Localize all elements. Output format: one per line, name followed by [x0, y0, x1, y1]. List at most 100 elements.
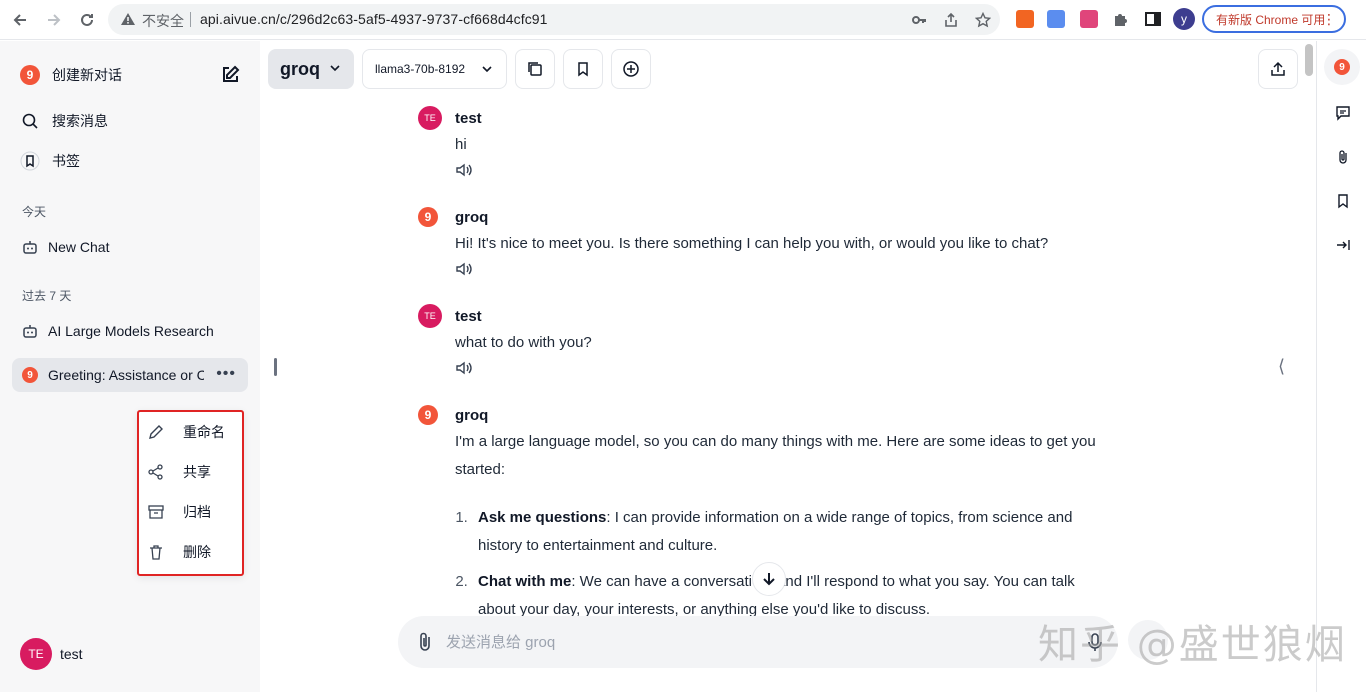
- search-label: 搜索消息: [52, 113, 108, 129]
- url-text[interactable]: api.aivue.cn/c/296d2c63-5af5-4937-9737-c…: [200, 11, 548, 27]
- chat-item-ai-research[interactable]: AI Large Models Research: [12, 314, 248, 348]
- message-text: hi: [455, 136, 467, 153]
- extension-image-icon[interactable]: [1047, 10, 1065, 28]
- bookmark-icon: [20, 151, 40, 171]
- assistant-avatar-button[interactable]: 9: [1324, 49, 1360, 85]
- bookmarks-label: 书签: [52, 153, 80, 169]
- star-icon[interactable]: [974, 11, 992, 29]
- collapse-panel-icon[interactable]: [1333, 235, 1353, 255]
- speaker-icon[interactable]: [455, 161, 475, 179]
- chat-item-label: New Chat: [48, 239, 110, 255]
- chrome-update-label: 有新版 Chrome 可用: [1216, 12, 1326, 27]
- chat-item-label: AI Large Models Research: [48, 323, 214, 339]
- chat-context-menu: 重命名 共享 归档 删除: [137, 410, 244, 576]
- upload-icon: [1271, 61, 1285, 76]
- bookmark-icon: [578, 62, 588, 77]
- more-options-icon[interactable]: •••: [216, 365, 236, 383]
- scroll-to-bottom-button[interactable]: [752, 562, 786, 596]
- extensions-puzzle-icon[interactable]: [1112, 10, 1130, 28]
- trash-icon: [147, 543, 165, 561]
- groq-logo-icon: 9: [1334, 59, 1350, 75]
- chat-item-label: Greeting: Assistance or Chat?: [48, 367, 204, 383]
- user-avatar: TE: [418, 106, 442, 130]
- message-composer: [398, 616, 1118, 668]
- menu-item-archive[interactable]: 归档: [147, 498, 237, 526]
- new-chat-button[interactable]: 9 创建新对话: [20, 65, 122, 85]
- menu-item-delete[interactable]: 删除: [147, 538, 237, 566]
- attachment-icon[interactable]: [1333, 147, 1353, 167]
- scrollbar-thumb[interactable]: [1305, 44, 1313, 76]
- copy-icon: [528, 62, 542, 76]
- new-chat-label: 创建新对话: [52, 67, 122, 83]
- message-sender: groq: [455, 208, 489, 226]
- list-item-title: Ask me questions: [478, 509, 607, 526]
- groq-logo-icon: 9: [418, 405, 438, 425]
- prompts-icon[interactable]: [1333, 103, 1353, 123]
- menu-item-label: 归档: [183, 504, 211, 520]
- menu-item-share[interactable]: 共享: [147, 458, 237, 486]
- profile-avatar[interactable]: y: [1173, 8, 1195, 30]
- bookmark-button[interactable]: [563, 49, 603, 89]
- chevron-down-icon: [482, 66, 492, 73]
- message-text: what to do with you?: [455, 334, 592, 351]
- message-user: TE test what to do with you?: [418, 304, 1118, 377]
- bot-icon: [23, 325, 37, 338]
- message-sender: test: [455, 109, 482, 127]
- add-preset-button[interactable]: [611, 49, 651, 89]
- speaker-icon[interactable]: [455, 359, 475, 377]
- user-menu[interactable]: TE test: [20, 638, 83, 670]
- key-icon[interactable]: [910, 11, 928, 29]
- groq-logo-icon: 9: [22, 367, 38, 383]
- share-icon: [147, 463, 165, 481]
- menu-item-rename[interactable]: 重命名: [147, 418, 237, 446]
- chat-item-greeting[interactable]: 9 Greeting: Assistance or Chat? •••: [12, 358, 248, 392]
- message-input[interactable]: [446, 630, 1046, 654]
- plus-circle-icon: [623, 61, 639, 77]
- menu-item-label: 共享: [183, 464, 211, 480]
- more-vert-icon: ⋮: [1322, 11, 1336, 27]
- paperclip-icon[interactable]: [414, 631, 436, 653]
- model-selector[interactable]: llama3-70b-8192: [362, 49, 507, 89]
- forward-arrow-icon[interactable]: [42, 8, 66, 32]
- bookmarks-button[interactable]: 书签: [20, 151, 80, 171]
- address-bar[interactable]: 不安全 api.aivue.cn/c/296d2c63-5af5-4937-97…: [108, 4, 1000, 35]
- list-item: Ask me questions: I can provide informat…: [472, 504, 1112, 560]
- groq-logo-icon: 9: [20, 65, 40, 85]
- user-avatar: TE: [418, 304, 442, 328]
- chat-item-new-chat[interactable]: New Chat: [12, 230, 248, 264]
- model-label: llama3-70b-8192: [375, 62, 466, 76]
- compose-icon[interactable]: [220, 65, 240, 85]
- panel-expand-handle[interactable]: ⟨: [1278, 356, 1285, 377]
- bookmark-icon[interactable]: [1333, 191, 1353, 211]
- warning-icon: [120, 11, 136, 27]
- pencil-icon: [147, 423, 165, 441]
- browser-toolbar: 不安全 api.aivue.cn/c/296d2c63-5af5-4937-97…: [0, 0, 1366, 40]
- omnibox-divider: [190, 12, 191, 27]
- bot-icon: [23, 241, 37, 254]
- message-list: Ask me questions: I can provide informat…: [472, 504, 1112, 624]
- menu-item-label: 重命名: [183, 424, 225, 440]
- copy-conversation-button[interactable]: [515, 49, 555, 89]
- speaker-icon[interactable]: [455, 260, 475, 278]
- reload-icon[interactable]: [75, 8, 99, 32]
- menu-item-label: 删除: [183, 544, 211, 560]
- sidebar-resize-handle[interactable]: [274, 358, 277, 376]
- side-panel-icon[interactable]: [1144, 10, 1162, 28]
- share-page-icon[interactable]: [942, 11, 960, 29]
- extension-rss-icon[interactable]: [1016, 10, 1034, 28]
- user-avatar: TE: [20, 638, 52, 670]
- search-messages-button[interactable]: 搜索消息: [20, 111, 108, 131]
- endpoint-selector[interactable]: groq: [268, 49, 354, 89]
- message-user: TE test hi: [418, 106, 1118, 179]
- message-assistant: 9 groq I'm a large language model, so yo…: [418, 404, 1118, 632]
- search-icon: [22, 113, 38, 129]
- chrome-update-button[interactable]: 有新版 Chrome 可用 ⋮: [1202, 5, 1346, 33]
- back-arrow-icon[interactable]: [8, 8, 32, 32]
- arrow-down-icon: [763, 573, 775, 586]
- message-text: Hi! It's nice to meet you. Is there some…: [455, 235, 1049, 252]
- section-today: 今天: [22, 205, 47, 219]
- insecure-label: 不安全: [142, 13, 184, 29]
- export-button[interactable]: [1258, 49, 1298, 89]
- sidebar: 9 创建新对话 搜索消息 书签 今天 New Chat 过去 7 天 AI La…: [0, 41, 260, 692]
- extension-translate-icon[interactable]: [1080, 10, 1098, 28]
